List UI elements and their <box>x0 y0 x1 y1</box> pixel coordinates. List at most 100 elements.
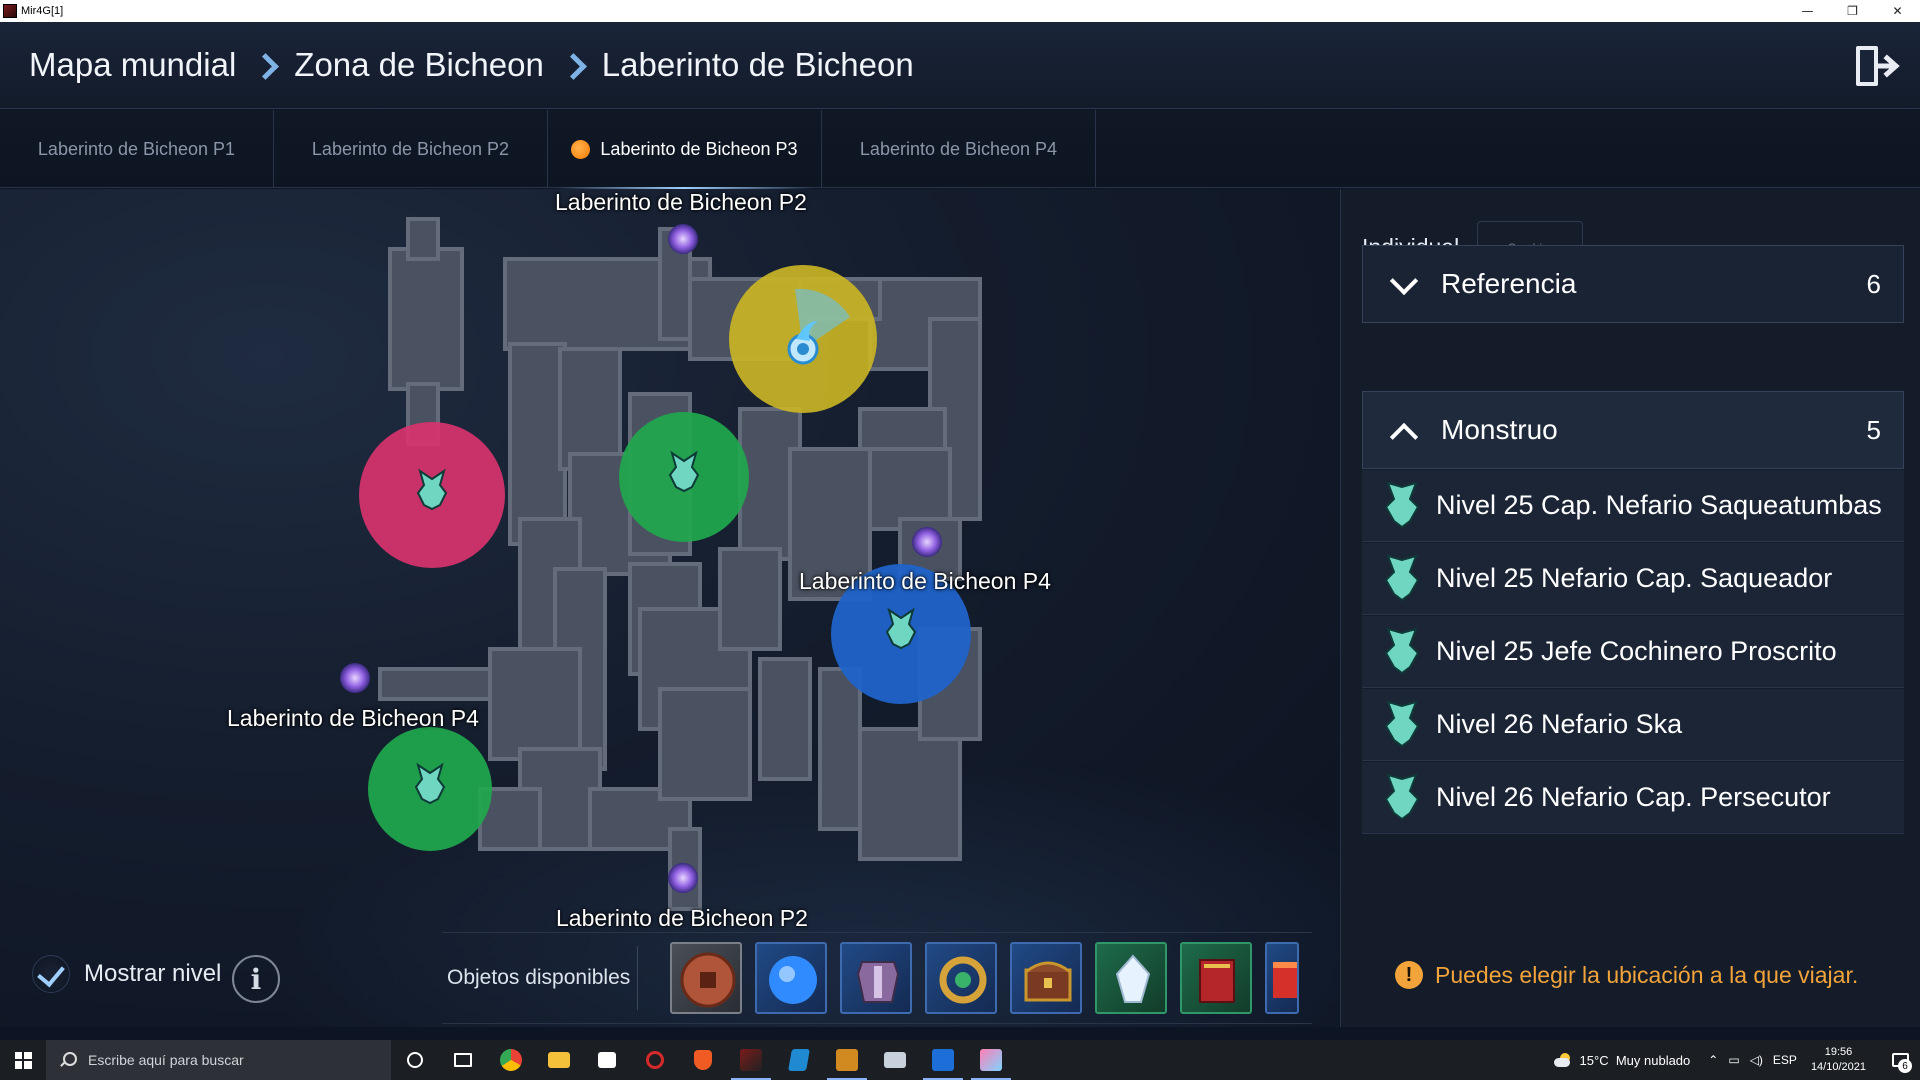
info-icon[interactable]: i <box>232 955 280 1003</box>
window-titlebar: Mir4G[1] — ❐ ✕ <box>0 0 1920 22</box>
monster-row[interactable]: Nivel 26 Nefario Cap. Persecutor <box>1362 762 1904 834</box>
portal-swirl-icon[interactable] <box>912 527 942 557</box>
weather-temp: 15°C <box>1579 1052 1609 1068</box>
monster-row[interactable]: Nivel 25 Jefe Cochinero Proscrito <box>1362 616 1904 688</box>
monster-row[interactable]: Nivel 25 Cap. Nefario Saqueatumbas <box>1362 470 1904 542</box>
orange-app-icon[interactable] <box>823 1040 871 1080</box>
minimize-button[interactable]: — <box>1785 0 1830 22</box>
monster-name: Nivel 26 Nefario Cap. Persecutor <box>1436 782 1831 812</box>
portal-swirl-icon[interactable] <box>668 863 698 893</box>
tab-p1[interactable]: Laberinto de Bicheon P1 <box>0 110 274 188</box>
tab-label: Laberinto de Bicheon P4 <box>859 138 1058 159</box>
portal-swirl-icon[interactable] <box>340 663 370 693</box>
tray-icons: ⌃ ▭ ◁) ESP <box>1708 1053 1797 1067</box>
reference-count: 6 <box>1866 268 1881 299</box>
task-view-icon[interactable] <box>439 1040 487 1080</box>
breadcrumb-world-map[interactable]: Mapa mundial <box>29 46 236 84</box>
game-header: Mapa mundial Zona de Bicheon Laberinto d… <box>0 22 1920 109</box>
tab-label: Laberinto de Bicheon P3 <box>600 138 798 159</box>
m-app-icon[interactable] <box>919 1040 967 1080</box>
blue-orb-icon[interactable] <box>755 942 827 1014</box>
clock-time: 19:56 <box>1824 1046 1853 1058</box>
monster-head-icon <box>1384 626 1420 674</box>
cortana-icon[interactable] <box>391 1040 439 1080</box>
monster-name: Nivel 25 Jefe Cochinero Proscrito <box>1436 636 1837 666</box>
portal-label-top: Laberinto de Bicheon P2 <box>555 189 807 215</box>
divider <box>637 946 638 1010</box>
portal-swirl-icon[interactable] <box>668 224 698 254</box>
app-icon <box>3 4 17 18</box>
chevron-down-icon <box>1391 272 1415 296</box>
crystal-icon[interactable] <box>1095 942 1167 1014</box>
treasure-chest-icon[interactable] <box>1010 942 1082 1014</box>
pink-app-icon[interactable] <box>967 1040 1015 1080</box>
restore-button[interactable]: ❐ <box>1830 0 1875 22</box>
armor-icon[interactable] <box>840 942 912 1014</box>
portal-label-bottom: Laberinto de Bicheon P2 <box>556 905 808 931</box>
show-level-toggle[interactable]: Mostrar nivel <box>32 955 221 993</box>
floor-tabs: Laberinto de Bicheon P1 Laberinto de Bic… <box>0 110 1920 189</box>
copper-coin-icon[interactable] <box>670 942 742 1014</box>
tab-p4[interactable]: Laberinto de Bicheon P4 <box>822 110 1096 188</box>
monster-head-icon <box>1384 553 1420 601</box>
tab-label: Laberinto de Bicheon P1 <box>37 138 236 159</box>
search-placeholder: Escribe aquí para buscar <box>88 1052 244 1068</box>
file-explorer-icon[interactable] <box>535 1040 583 1080</box>
checkbox-icon[interactable] <box>32 955 70 993</box>
show-level-label: Mostrar nivel <box>84 960 222 987</box>
items-label: Objetos disponibles <box>447 966 631 989</box>
monster-section-header[interactable]: Monstruo 5 <box>1362 391 1904 469</box>
windows-logo-icon <box>14 1051 32 1069</box>
window-controls: — ❐ ✕ <box>1785 0 1920 22</box>
red-app-icon[interactable] <box>631 1040 679 1080</box>
chevron-up-icon[interactable]: ⌃ <box>1708 1053 1718 1067</box>
network-icon[interactable]: ▭ <box>1728 1053 1739 1067</box>
red-box-icon[interactable] <box>1265 942 1299 1014</box>
weather-widget[interactable]: 15°C Muy nublado <box>1553 1052 1691 1068</box>
chevron-right-icon <box>254 50 276 80</box>
volume-icon[interactable]: ◁) <box>1750 1053 1763 1067</box>
chrome-icon[interactable] <box>487 1040 535 1080</box>
search-icon <box>60 1052 77 1068</box>
clock-date: 14/10/2021 <box>1810 1061 1866 1073</box>
monster-name: Nivel 26 Nefario Ska <box>1436 709 1683 739</box>
language-indicator[interactable]: ESP <box>1773 1053 1797 1067</box>
monster-head-icon <box>1384 772 1420 820</box>
monster-row[interactable]: Nivel 25 Nefario Cap. Saqueador <box>1362 543 1904 615</box>
labyrinth-map[interactable] <box>0 189 1340 1027</box>
warning-icon: ! <box>1395 961 1423 989</box>
mail-app-icon[interactable] <box>871 1040 919 1080</box>
vscode-icon[interactable] <box>775 1040 823 1080</box>
portal-label-left: Laberinto de Bicheon P4 <box>227 705 479 731</box>
notification-center-button[interactable]: 6 <box>1880 1040 1920 1080</box>
mir4-app-icon[interactable] <box>727 1040 775 1080</box>
window-title: Mir4G[1] <box>21 5 64 17</box>
reference-section-header[interactable]: Referencia 6 <box>1362 245 1904 323</box>
start-button[interactable] <box>0 1040 46 1080</box>
red-book-icon[interactable] <box>1180 942 1252 1014</box>
taskbar: Escribe aquí para buscar 15°C Muy nublad… <box>0 1040 1920 1080</box>
exit-door-icon[interactable] <box>1854 42 1900 90</box>
brave-icon[interactable] <box>679 1040 727 1080</box>
taskbar-search[interactable]: Escribe aquí para buscar <box>46 1040 391 1080</box>
monster-head-icon <box>1384 480 1420 528</box>
tab-p3[interactable]: Laberinto de Bicheon P3 <box>548 110 822 189</box>
right-panel: Individual Cambiar Referencia 6 Monstruo… <box>1340 189 1920 1027</box>
map-area[interactable]: Laberinto de Bicheon P2 Laberinto de Bic… <box>0 189 1340 1027</box>
monster-row[interactable]: Nivel 26 Nefario Ska <box>1362 689 1904 761</box>
active-dot-icon <box>571 139 591 159</box>
monster-label: Monstruo <box>1441 414 1558 445</box>
breadcrumb-current: Laberinto de Bicheon <box>601 46 914 83</box>
breadcrumb-zone[interactable]: Zona de Bicheon <box>294 46 544 84</box>
store-icon[interactable] <box>583 1040 631 1080</box>
close-button[interactable]: ✕ <box>1875 0 1920 22</box>
weather-desc: Muy nublado <box>1615 1052 1691 1068</box>
tab-p2[interactable]: Laberinto de Bicheon P2 <box>274 110 548 188</box>
chevron-right-icon <box>562 50 584 80</box>
tab-label: Laberinto de Bicheon P2 <box>311 138 510 159</box>
clock[interactable]: 19:56 14/10/2021 <box>1811 1045 1866 1075</box>
portal-label-right: Laberinto de Bicheon P4 <box>799 568 1051 594</box>
monster-head-icon <box>1384 699 1420 747</box>
dragon-ring-icon[interactable] <box>925 942 997 1014</box>
monster-count: 5 <box>1866 414 1881 445</box>
